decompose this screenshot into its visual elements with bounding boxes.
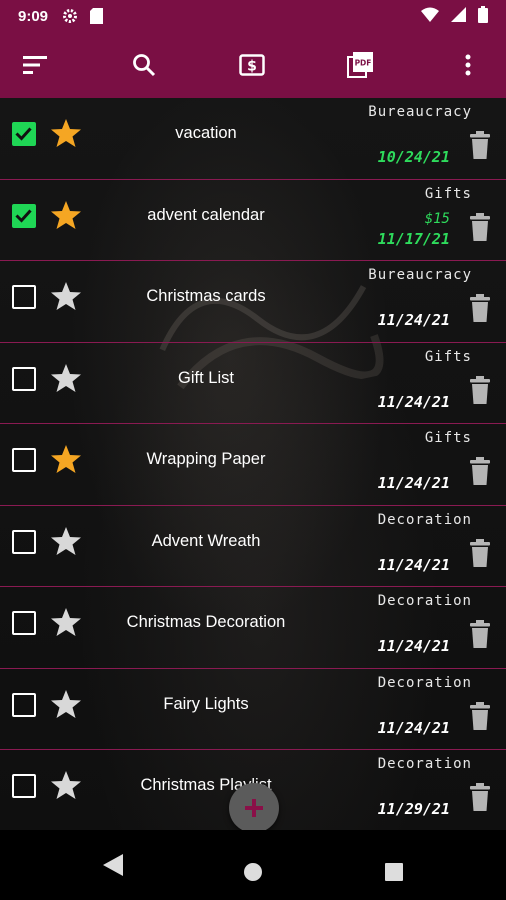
task-row[interactable]: Gift List Gifts 11/24/21 xyxy=(0,343,506,424)
task-category: Bureaucracy xyxy=(368,104,472,120)
task-checkbox[interactable] xyxy=(12,203,36,228)
task-row[interactable]: Christmas cards Bureaucracy 11/24/21 xyxy=(0,261,506,343)
task-date: 11/17/21 xyxy=(377,229,450,248)
task-title[interactable]: vacation xyxy=(96,124,316,143)
task-title[interactable]: Christmas Playlist xyxy=(96,776,316,795)
task-title[interactable]: Advent Wreath xyxy=(96,532,316,551)
task-checkbox[interactable] xyxy=(12,774,36,798)
task-checkbox[interactable] xyxy=(12,366,36,391)
star-icon[interactable] xyxy=(50,606,82,638)
task-category: Gifts xyxy=(424,185,472,202)
task-row[interactable]: Fairy Lights Decoration 11/24/21 xyxy=(0,669,506,750)
task-title[interactable]: Fairy Lights xyxy=(96,695,316,714)
star-icon[interactable] xyxy=(50,199,82,231)
dollar-icon[interactable]: $ xyxy=(227,32,277,98)
task-date: 11/24/21 xyxy=(377,637,450,655)
task-row[interactable]: Christmas Decoration Decoration 11/24/21 xyxy=(0,587,506,669)
task-date: 10/24/21 xyxy=(377,148,450,166)
task-title[interactable]: Christmas Decoration xyxy=(96,613,316,632)
star-icon[interactable] xyxy=(50,443,82,475)
task-checkbox[interactable] xyxy=(12,448,36,472)
recents-icon[interactable] xyxy=(385,863,403,886)
star-icon[interactable] xyxy=(50,688,82,720)
task-category: Gifts xyxy=(424,430,472,446)
task-title[interactable]: advent calendar xyxy=(96,206,316,225)
sort-icon[interactable] xyxy=(11,32,61,98)
home-icon[interactable] xyxy=(244,863,262,886)
status-bar: 9:09 xyxy=(0,0,506,32)
pdf-icon[interactable]: PDF xyxy=(335,32,385,98)
star-icon[interactable] xyxy=(50,525,82,557)
task-date: 11/24/21 xyxy=(377,392,450,411)
task-title[interactable]: Gift List xyxy=(96,369,316,388)
search-icon[interactable] xyxy=(119,32,169,98)
delete-icon[interactable] xyxy=(468,701,492,731)
delete-icon[interactable] xyxy=(468,130,492,160)
task-category: Gifts xyxy=(424,348,472,365)
task-checkbox[interactable] xyxy=(12,692,36,717)
delete-icon[interactable] xyxy=(468,538,492,568)
task-title[interactable]: Christmas cards xyxy=(96,287,316,306)
more-vert-icon[interactable] xyxy=(443,32,493,98)
task-title[interactable]: Wrapping Paper xyxy=(96,450,316,469)
task-row[interactable]: Advent Wreath Decoration 11/24/21 xyxy=(0,506,506,587)
navigation-bar xyxy=(0,830,506,900)
task-category: Decoration xyxy=(377,593,472,609)
star-icon[interactable] xyxy=(50,362,82,394)
task-list: vacation Bureaucracy 10/24/21 advent cal… xyxy=(0,98,506,830)
task-checkbox[interactable] xyxy=(12,122,36,146)
back-icon[interactable] xyxy=(103,854,123,881)
task-date: 11/24/21 xyxy=(377,718,450,737)
battery-icon xyxy=(478,5,488,27)
svg-text:PDF: PDF xyxy=(355,59,372,68)
wifi-icon xyxy=(421,7,439,26)
task-price: $15 xyxy=(424,210,450,227)
task-date: 11/24/21 xyxy=(377,555,450,574)
gear-icon xyxy=(62,8,78,24)
delete-icon[interactable] xyxy=(468,293,492,323)
task-category: Decoration xyxy=(377,674,472,691)
task-category: Bureaucracy xyxy=(368,267,472,283)
task-checkbox[interactable] xyxy=(12,285,36,309)
task-date: 11/24/21 xyxy=(377,474,450,492)
add-task-button[interactable] xyxy=(229,783,279,833)
task-category: Decoration xyxy=(377,756,472,772)
add-icon xyxy=(245,799,263,817)
task-date: 11/29/21 xyxy=(377,800,450,818)
star-icon[interactable] xyxy=(50,280,82,312)
task-date: 11/24/21 xyxy=(377,311,450,329)
task-checkbox[interactable] xyxy=(12,611,36,635)
svg-text:$: $ xyxy=(247,59,257,75)
task-row[interactable]: Wrapping Paper Gifts 11/24/21 xyxy=(0,424,506,506)
status-time: 9:09 xyxy=(18,7,49,25)
task-row[interactable]: vacation Bureaucracy 10/24/21 xyxy=(0,98,506,180)
task-row[interactable]: advent calendar Gifts $15 11/17/21 xyxy=(0,180,506,261)
delete-icon[interactable] xyxy=(468,212,492,242)
star-icon[interactable] xyxy=(50,769,82,801)
delete-icon[interactable] xyxy=(468,456,492,486)
task-category: Decoration xyxy=(377,511,472,528)
delete-icon[interactable] xyxy=(468,375,492,405)
app-bar: $ PDF xyxy=(0,32,506,98)
task-checkbox[interactable] xyxy=(12,529,36,554)
star-icon[interactable] xyxy=(50,117,82,149)
delete-icon[interactable] xyxy=(468,619,492,649)
delete-icon[interactable] xyxy=(468,782,492,812)
signal-icon xyxy=(451,6,466,26)
sd-card-icon xyxy=(90,8,104,24)
